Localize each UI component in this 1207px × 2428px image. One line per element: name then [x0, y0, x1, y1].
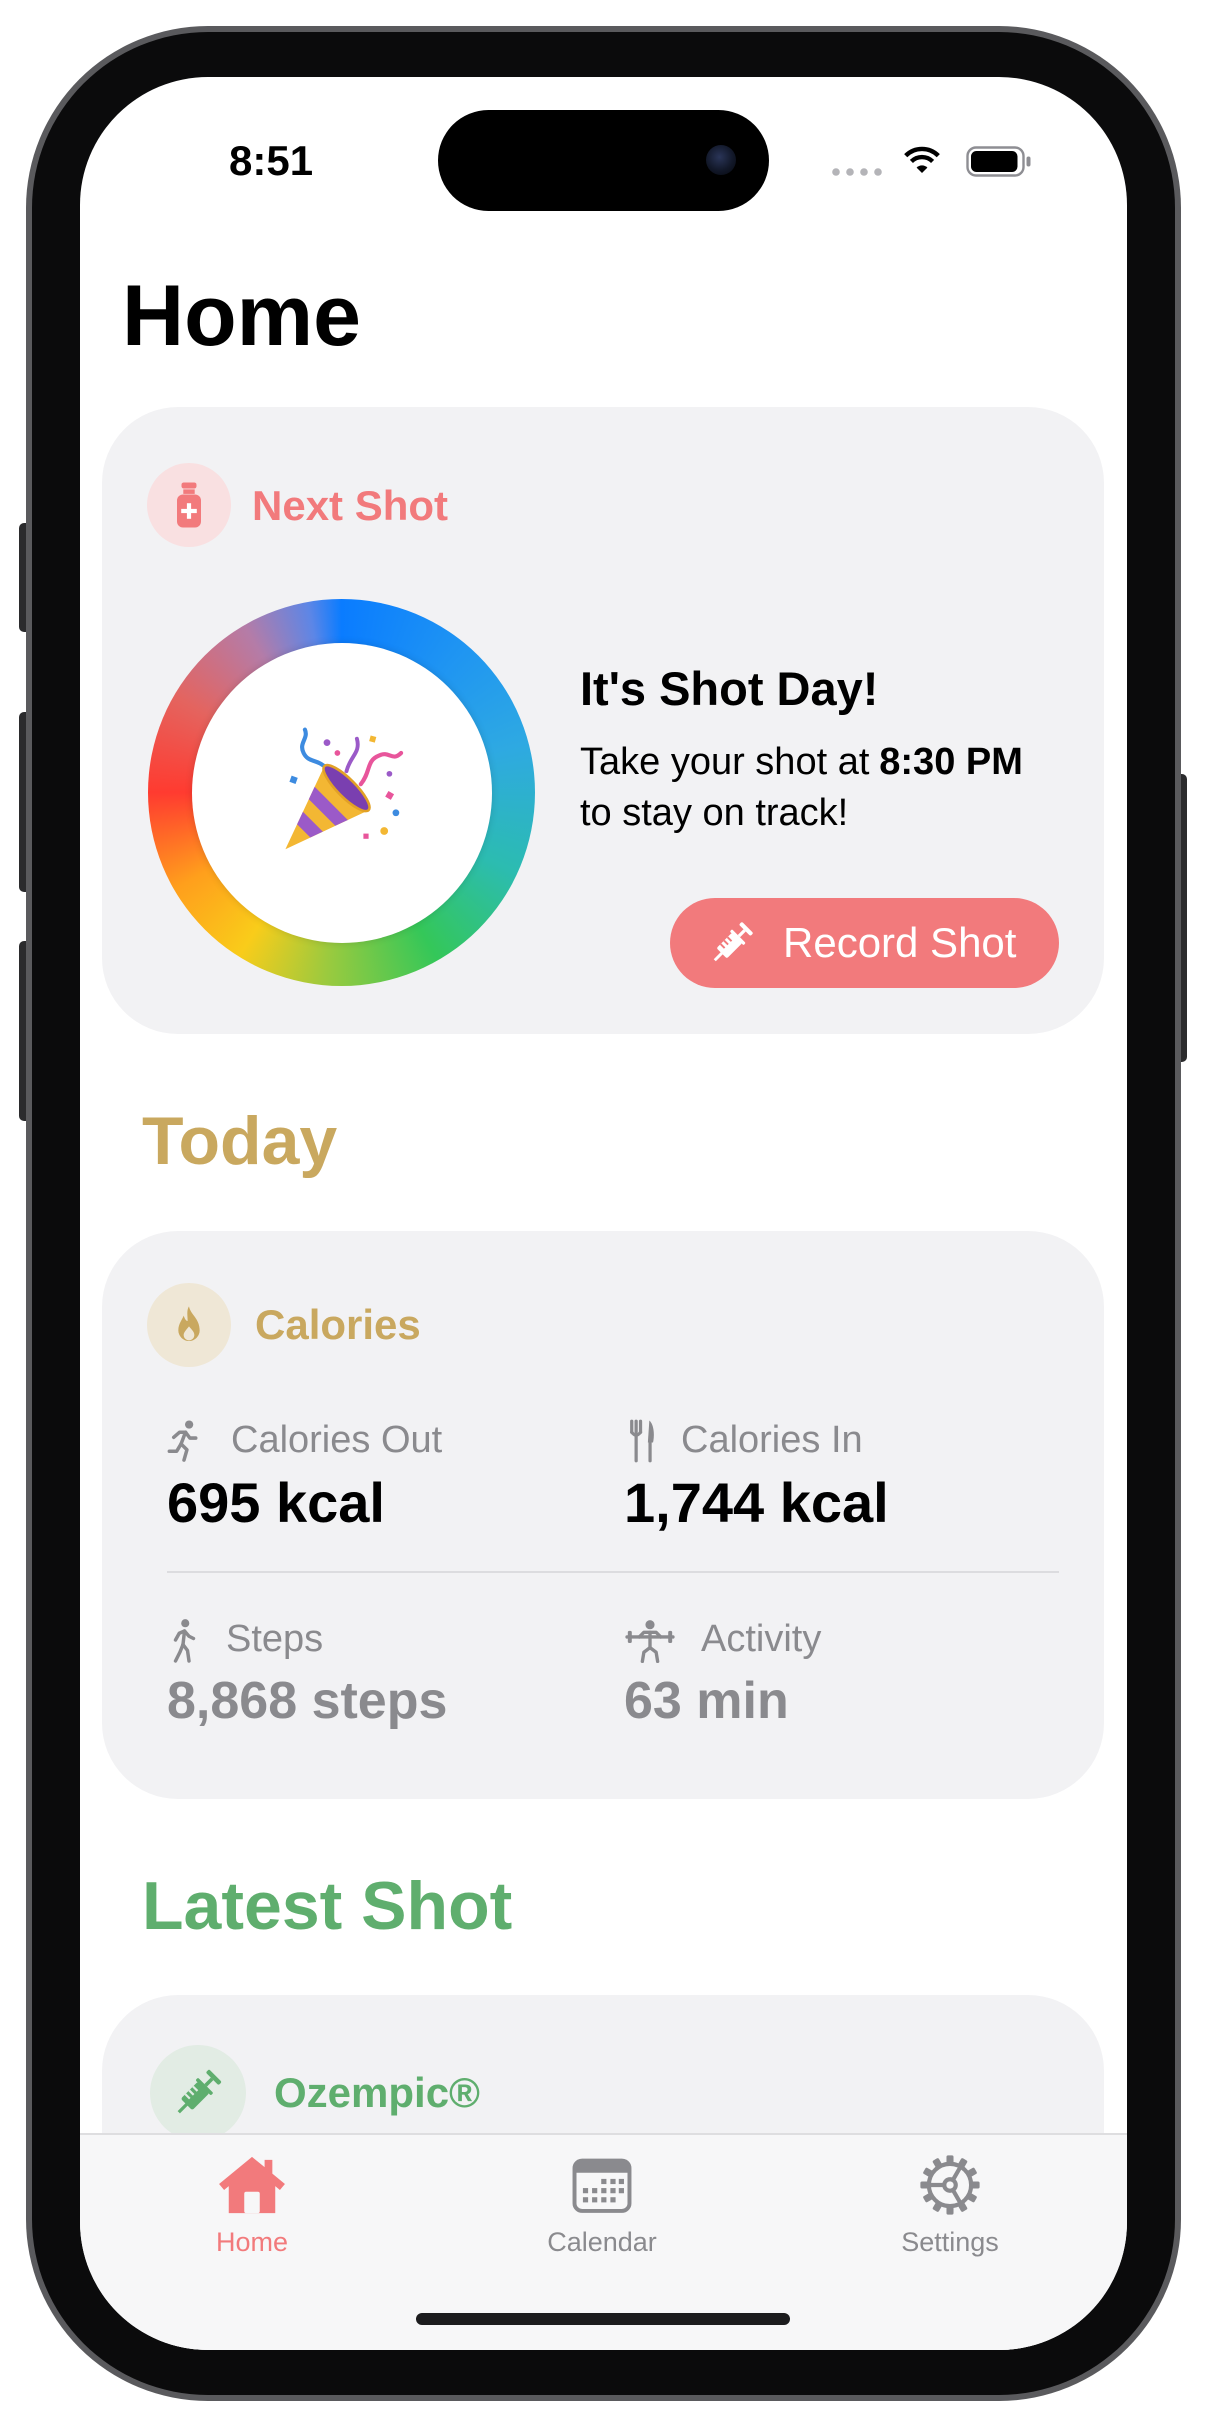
shot-day-heading: It's Shot Day!	[580, 662, 879, 715]
steps-label: Steps	[226, 1618, 324, 1660]
status-time: 8:51	[229, 137, 314, 184]
calendar-icon	[572, 2158, 632, 2213]
tab-calendar[interactable]: Calendar	[502, 2135, 702, 2285]
metrics-divider	[167, 1571, 1059, 1573]
vial-icon	[177, 482, 201, 528]
next-shot-icon-badge	[147, 463, 231, 547]
syringe-icon	[713, 922, 753, 962]
calories-out-label: Calories Out	[231, 1419, 443, 1461]
next-shot-card: Next Shot It's Shot Day! Take your shot …	[102, 407, 1104, 1034]
next-shot-label: Next Shot	[252, 482, 449, 529]
calories-out-value: 695 kcal	[167, 1471, 385, 1534]
tab-settings[interactable]: Settings	[850, 2135, 1050, 2285]
home-indicator[interactable]	[416, 2313, 790, 2325]
front-camera	[706, 145, 736, 175]
tab-home-label: Home	[215, 2227, 289, 2257]
battery-icon	[966, 146, 1031, 177]
tab-home[interactable]: Home	[152, 2135, 352, 2285]
screen: 8:51 Home Next Shot It's Shot Day! Take …	[80, 77, 1127, 2350]
figure-walk-icon	[173, 1619, 196, 1663]
syringe-icon	[177, 2069, 222, 2114]
activity-value: 63 min	[624, 1672, 789, 1730]
latest-shot-section-title: Latest Shot	[142, 1868, 513, 1944]
calories-icon-badge	[147, 1283, 231, 1367]
battery-level-fill	[971, 151, 1018, 172]
shot-reminder-prefix: Take your shot at	[580, 741, 870, 783]
activity-label: Activity	[701, 1618, 822, 1660]
record-shot-button[interactable]: Record Shot	[670, 898, 1059, 988]
today-section-title: Today	[142, 1103, 338, 1179]
calories-card-title: Calories	[255, 1301, 421, 1348]
steps-value: 8,868 steps	[167, 1672, 448, 1730]
gear-icon	[920, 2155, 980, 2215]
calories-in-label: Calories In	[681, 1419, 863, 1461]
medication-name: Ozempic®	[274, 2069, 481, 2116]
weightlifter-icon	[625, 1620, 675, 1663]
record-shot-label: Record Shot	[783, 919, 1017, 966]
fork-knife-icon	[630, 1419, 654, 1463]
figure-run-icon	[167, 1420, 198, 1462]
wifi-icon	[904, 146, 940, 173]
dynamic-island	[438, 110, 769, 211]
shot-reminder-message: Take your shot at 8:30 PM to stay on trac…	[580, 737, 1023, 839]
shot-reminder-line-1: Take your shot at 8:30 PM	[580, 737, 1023, 788]
page-title: Home	[122, 268, 361, 364]
flame-icon	[178, 1306, 200, 1341]
house-icon	[219, 2156, 285, 2214]
shot-reminder-suffix: to stay on track!	[580, 792, 849, 834]
tab-calendar-label: Calendar	[547, 2227, 657, 2257]
latest-shot-icon-badge	[150, 2045, 246, 2141]
shot-reminder-time: 8:30 PM	[879, 741, 1023, 783]
tab-settings-label: Settings	[901, 2227, 999, 2257]
calories-card[interactable]: Calories Calories Out 695 kcal Calories …	[102, 1231, 1104, 1799]
party-popper-icon	[285, 727, 404, 850]
calories-in-value: 1,744 kcal	[624, 1471, 889, 1534]
cellular-dots-icon	[832, 168, 882, 176]
